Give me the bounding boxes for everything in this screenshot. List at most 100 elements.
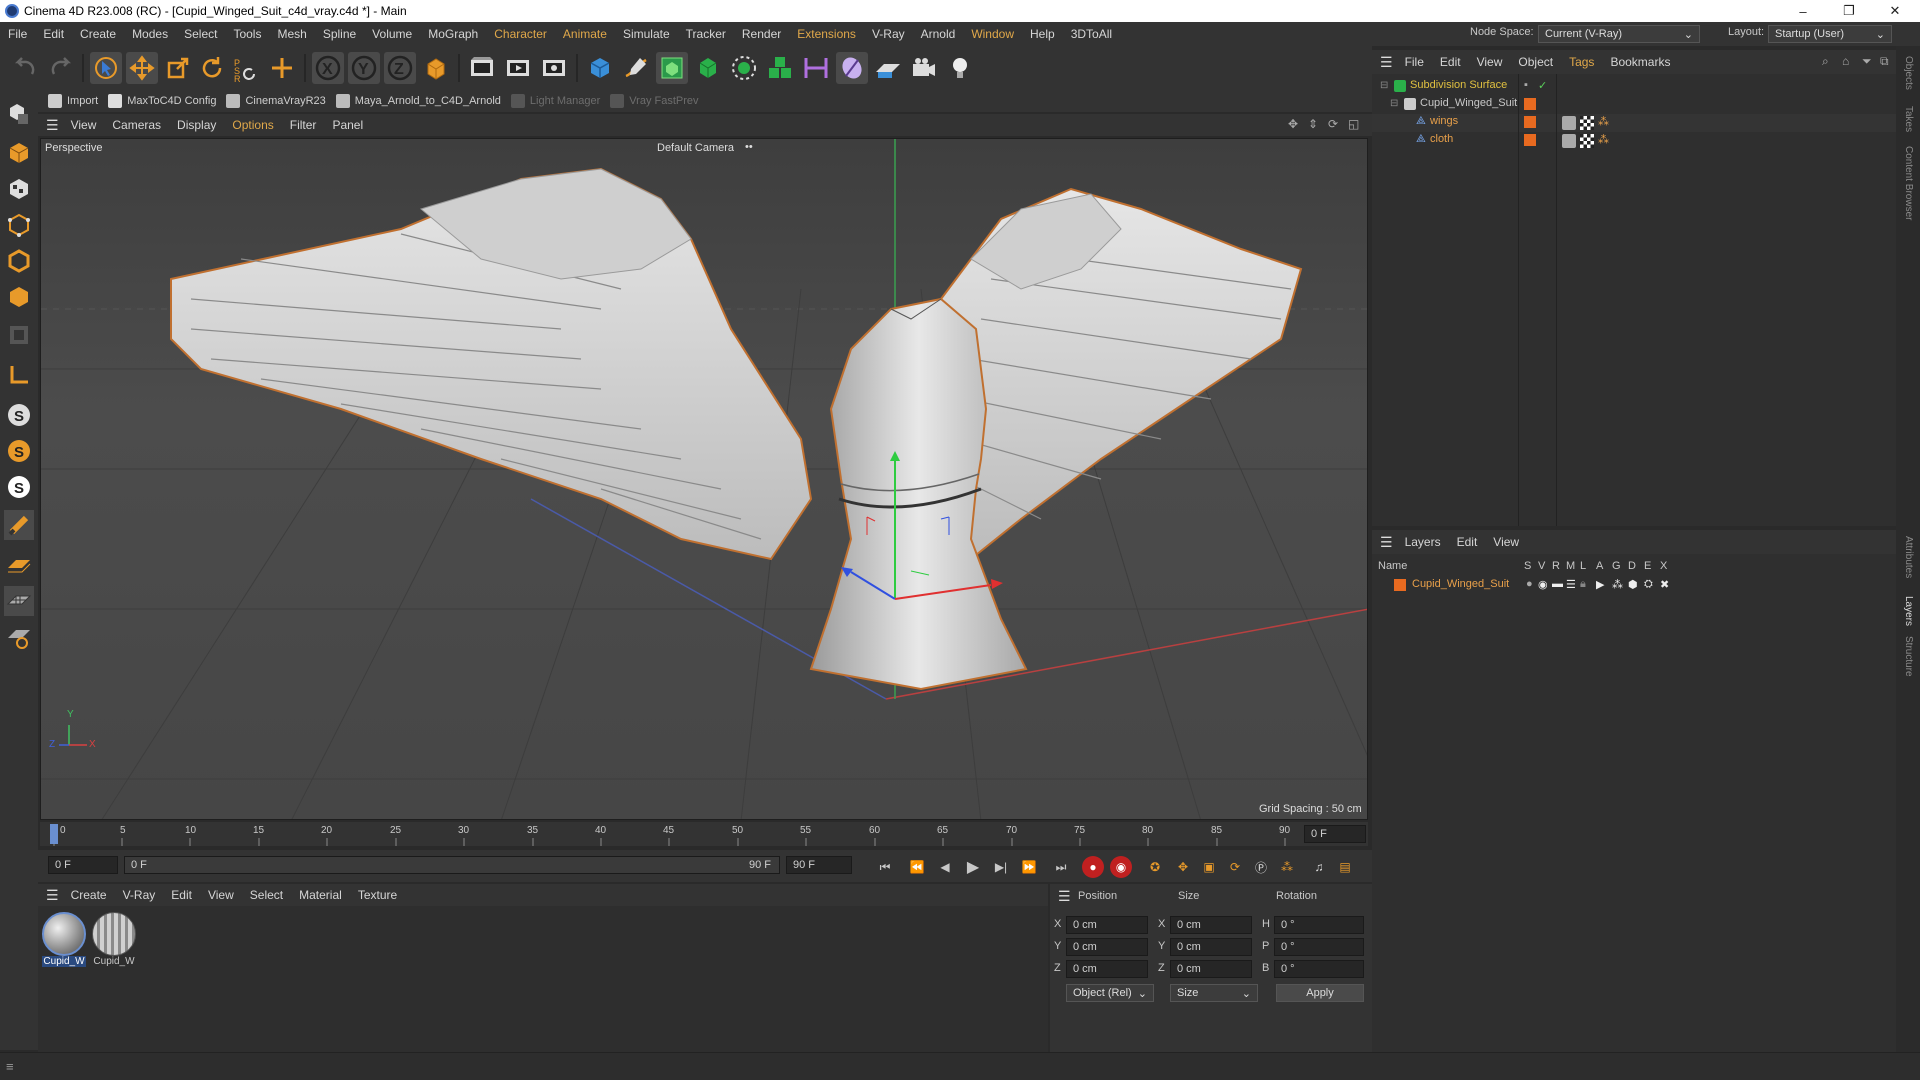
manager-icon[interactable]: ☰ bbox=[1566, 578, 1576, 591]
menu-modes[interactable]: Modes bbox=[124, 27, 176, 41]
object-row[interactable]: ⟁ wings ⁂ bbox=[1372, 114, 1896, 132]
mat-menu-vray[interactable]: V-Ray bbox=[115, 888, 164, 902]
menu-character[interactable]: Character bbox=[486, 27, 555, 41]
end-frame-field[interactable]: 90 F bbox=[786, 856, 852, 874]
menu-simulate[interactable]: Simulate bbox=[615, 27, 678, 41]
uvw-tag-icon[interactable] bbox=[1580, 134, 1594, 148]
3d-viewport[interactable]: Y X Z Perspective Default Camera •• Grid… bbox=[40, 138, 1368, 820]
material-thumbnail[interactable]: Cupid_W bbox=[42, 912, 86, 968]
obj-menu-object[interactable]: Object bbox=[1510, 55, 1561, 69]
uv-mode-icon[interactable] bbox=[4, 320, 34, 350]
texture-mode-icon[interactable] bbox=[4, 174, 34, 204]
size-z-field[interactable]: 0 cm bbox=[1170, 960, 1252, 978]
vp-rotate-icon[interactable]: ⟳ bbox=[1328, 117, 1338, 131]
selection-tag-icon[interactable]: ⁂ bbox=[1598, 133, 1609, 146]
object-row[interactable]: ⊟ Cupid_Winged_Suit bbox=[1372, 96, 1896, 114]
plugin-light-manager-button[interactable]: Light Manager bbox=[510, 94, 600, 108]
vp-menu-options[interactable]: Options bbox=[224, 118, 281, 132]
extrude-icon[interactable] bbox=[692, 52, 724, 84]
expand-icon[interactable]: ⊟ bbox=[1380, 80, 1388, 91]
size-mode-select[interactable]: Size ⌄ bbox=[1170, 984, 1258, 1002]
layer-menu-view[interactable]: View bbox=[1485, 535, 1527, 549]
maximize-button[interactable]: ❐ bbox=[1826, 0, 1872, 22]
plugin-maxtoc4d-button[interactable]: MaxToC4D Config bbox=[108, 94, 216, 108]
coord-mode-select[interactable]: Object (Rel) ⌄ bbox=[1066, 984, 1154, 1002]
render-active-icon[interactable] bbox=[502, 52, 534, 84]
tab-objects[interactable]: Objects bbox=[1903, 56, 1914, 90]
timeline-ruler[interactable]: 0 5 10 15 20 25 30 35 40 45 50 55 60 65 … bbox=[40, 822, 1368, 846]
snap-icon-1[interactable]: S bbox=[4, 400, 34, 430]
play-icon[interactable]: ▶ bbox=[962, 856, 984, 878]
render-settings-icon[interactable] bbox=[538, 52, 570, 84]
vp-menu-filter[interactable]: Filter bbox=[282, 118, 325, 132]
live-select-icon[interactable] bbox=[266, 52, 298, 84]
layer-color-swatch[interactable] bbox=[1524, 116, 1536, 128]
next-frame-icon[interactable]: ▶| bbox=[990, 856, 1012, 878]
layer-menu-edit[interactable]: Edit bbox=[1449, 535, 1486, 549]
light-icon[interactable] bbox=[944, 52, 976, 84]
key-position-icon[interactable]: ✥ bbox=[1172, 856, 1194, 878]
material-tag-icon[interactable] bbox=[1562, 134, 1576, 148]
sound-icon[interactable]: ♫ bbox=[1308, 856, 1330, 878]
menu-vray[interactable]: V-Ray bbox=[864, 27, 913, 41]
menu-render[interactable]: Render bbox=[734, 27, 789, 41]
keyframe-selection-icon[interactable]: ✪ bbox=[1144, 856, 1166, 878]
visibility-icon[interactable]: ▪ bbox=[1524, 79, 1528, 91]
tab-takes[interactable]: Takes bbox=[1903, 106, 1914, 132]
node-space-select[interactable]: Current (V-Ray) ⌄ bbox=[1538, 25, 1700, 43]
layer-row[interactable]: Cupid_Winged_Suit ● ◉ ▬ ☰ 🔒︎ ▶ ⁂ ⬢ ⛭ ✖ bbox=[1372, 576, 1896, 594]
menu-edit[interactable]: Edit bbox=[35, 27, 72, 41]
menu-volume[interactable]: Volume bbox=[364, 27, 420, 41]
autokey-icon[interactable]: ◉ bbox=[1110, 856, 1132, 878]
material-thumbnail[interactable]: Cupid_W bbox=[92, 912, 136, 968]
render-view-icon[interactable] bbox=[466, 52, 498, 84]
make-editable-icon[interactable] bbox=[4, 98, 34, 128]
key-scale-icon[interactable]: ▣ bbox=[1198, 856, 1220, 878]
home-icon[interactable]: ⌂ bbox=[1842, 54, 1849, 68]
filter-icon[interactable]: ⏷ bbox=[1862, 54, 1872, 69]
next-key-icon[interactable]: ⏩ bbox=[1018, 856, 1040, 878]
record-icon[interactable]: ● bbox=[1082, 856, 1104, 878]
menu-window[interactable]: Window bbox=[963, 27, 1022, 41]
position-x-field[interactable]: 0 cm bbox=[1066, 916, 1148, 934]
vp-menu-display[interactable]: Display bbox=[169, 118, 224, 132]
menu-mograph[interactable]: MoGraph bbox=[420, 27, 486, 41]
mat-menu-select[interactable]: Select bbox=[242, 888, 291, 902]
mat-menu-view[interactable]: View bbox=[200, 888, 242, 902]
search-icon[interactable]: ⌕ bbox=[1822, 54, 1829, 69]
minimize-button[interactable]: – bbox=[1780, 0, 1826, 22]
menu-tracker[interactable]: Tracker bbox=[678, 27, 734, 41]
mat-menu-create[interactable]: Create bbox=[63, 888, 115, 902]
vp-move-icon[interactable]: ✥ bbox=[1288, 117, 1298, 131]
menu-file[interactable]: File bbox=[0, 27, 35, 41]
camera-link-icon[interactable]: •• bbox=[745, 141, 753, 153]
move-icon[interactable] bbox=[126, 52, 158, 84]
vp-menu-view[interactable]: View bbox=[63, 118, 105, 132]
plugin-cinemavray-button[interactable]: CinemaVrayR23 bbox=[226, 94, 326, 108]
snap-icon-2[interactable]: S bbox=[4, 436, 34, 466]
magnet-icon[interactable] bbox=[4, 510, 34, 540]
key-pla-icon[interactable]: ⁂ bbox=[1276, 856, 1298, 878]
menu-mesh[interactable]: Mesh bbox=[269, 27, 314, 41]
rotation-b-field[interactable]: 0 ° bbox=[1274, 960, 1364, 978]
layout-select[interactable]: Startup (User) ⌄ bbox=[1768, 25, 1892, 43]
lock-icon[interactable]: 🔒︎ bbox=[1580, 578, 1586, 591]
layer-color-swatch[interactable] bbox=[1524, 134, 1536, 146]
x-axis-icon[interactable]: X bbox=[312, 52, 344, 84]
key-rotation-icon[interactable]: ⟳ bbox=[1224, 856, 1246, 878]
points-mode-icon[interactable] bbox=[4, 210, 34, 240]
status-menu-icon[interactable]: ≡ bbox=[6, 1059, 14, 1074]
cube-icon[interactable] bbox=[584, 52, 616, 84]
menu-select[interactable]: Select bbox=[176, 27, 225, 41]
cloner-icon[interactable] bbox=[728, 52, 760, 84]
menu-animate[interactable]: Animate bbox=[555, 27, 615, 41]
xref-icon[interactable]: ✖ bbox=[1660, 578, 1669, 591]
prev-key-icon[interactable]: ⏪ bbox=[906, 856, 928, 878]
start-frame-field[interactable]: 0 F bbox=[48, 856, 118, 874]
floor-icon[interactable] bbox=[872, 52, 904, 84]
obj-menu-view[interactable]: View bbox=[1469, 55, 1511, 69]
object-row[interactable]: ⊟ Subdivision Surface ▪ ✓ bbox=[1372, 78, 1896, 96]
expand-icon[interactable]: ⊟ bbox=[1390, 98, 1398, 109]
menu-3dtoall[interactable]: 3DToAll bbox=[1063, 27, 1120, 41]
hamburger-menu-icon[interactable]: ☰ bbox=[46, 887, 59, 904]
